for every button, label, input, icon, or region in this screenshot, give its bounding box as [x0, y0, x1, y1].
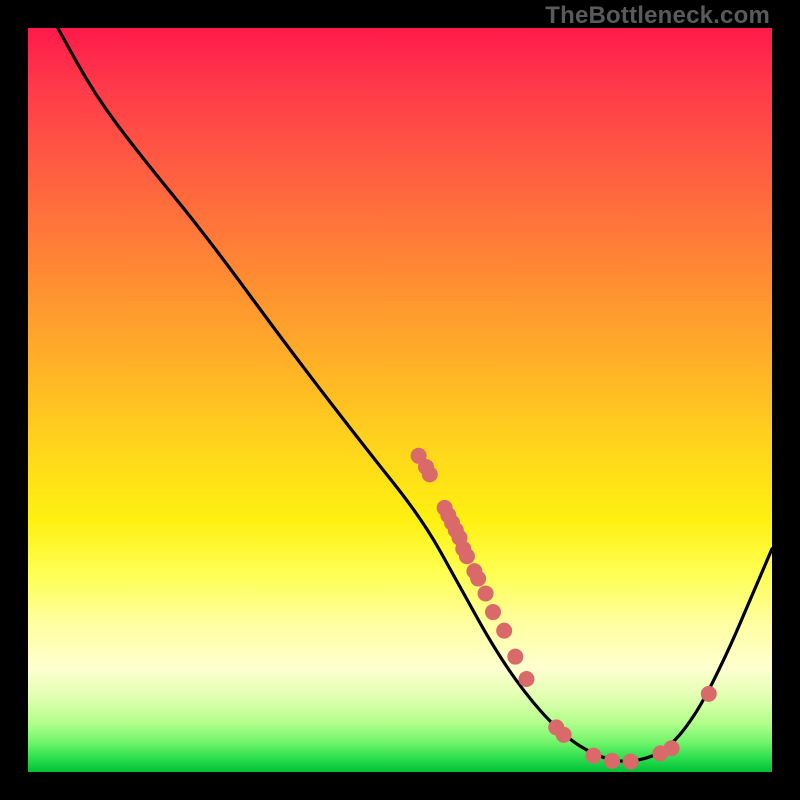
data-point: [664, 740, 680, 756]
chart-container: TheBottleneck.com: [0, 0, 800, 800]
watermark-text: TheBottleneck.com: [545, 2, 770, 30]
data-point: [507, 649, 523, 665]
plot-area: [28, 28, 772, 772]
data-point: [604, 753, 620, 769]
data-point: [422, 466, 438, 482]
data-point: [556, 727, 572, 743]
data-point: [496, 623, 512, 639]
data-point: [459, 548, 475, 564]
data-point: [701, 686, 717, 702]
data-point: [585, 748, 601, 764]
data-point: [478, 585, 494, 601]
data-point: [470, 571, 486, 587]
bottleneck-curve: [58, 28, 772, 761]
data-markers: [411, 448, 717, 770]
data-point: [623, 754, 639, 770]
chart-svg: [28, 28, 772, 772]
data-point: [485, 604, 501, 620]
data-point: [518, 671, 534, 687]
